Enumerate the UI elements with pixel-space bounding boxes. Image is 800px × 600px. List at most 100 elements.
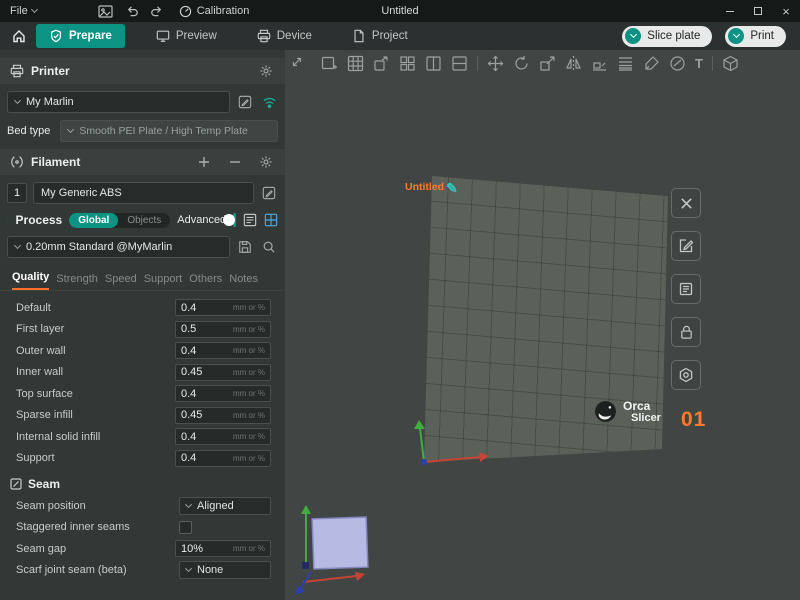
bed-type-row: Bed type Smooth PEI Plate / High Temp Pl… — [0, 120, 285, 142]
print-button[interactable]: Print — [725, 26, 786, 47]
setting-row: Internal solid infill 0.4 mm or % — [0, 426, 285, 448]
tab-preview[interactable]: Preview — [143, 24, 230, 48]
compare-preset-button[interactable] — [243, 211, 257, 229]
process-row: Process Global Objects Advanced — [0, 211, 285, 229]
tab-project[interactable]: Project — [339, 24, 421, 48]
setting-label: Internal solid infill — [16, 431, 100, 443]
lock-plate-button[interactable] — [671, 317, 701, 347]
scale-tool-button[interactable] — [539, 55, 556, 72]
printer-settings-button[interactable] — [257, 62, 275, 80]
process-tab-strength[interactable]: Strength — [56, 273, 98, 290]
setting-input[interactable]: 0.4 mm or % — [175, 428, 271, 445]
setting-value: 0.4 — [181, 388, 196, 400]
setting-unit: mm or % — [233, 454, 265, 463]
mirror-tool-button[interactable] — [565, 55, 582, 72]
calibration-menu[interactable]: Calibration — [171, 5, 258, 18]
edit-filament-preset-button[interactable] — [260, 184, 278, 202]
file-menu[interactable]: File — [0, 0, 47, 22]
remove-filament-button[interactable] — [226, 153, 244, 171]
setting-row: Inner wall 0.45 mm or % — [0, 362, 285, 384]
minimize-button[interactable] — [716, 0, 744, 22]
bed-type-select[interactable]: Smooth PEI Plate / High Temp Plate — [60, 120, 278, 142]
rotate-tool-button[interactable] — [513, 55, 530, 72]
seam-gap-input[interactable]: 10% mm or % — [175, 540, 271, 557]
process-preset-select[interactable]: 0.20mm Standard @MyMarlin — [7, 236, 230, 258]
process-tab-quality[interactable]: Quality — [12, 271, 49, 290]
scope-global-segment[interactable]: Global — [69, 213, 118, 228]
plate-name-label[interactable]: Untitled ✎ — [405, 181, 458, 193]
shield-check-icon — [49, 29, 63, 43]
plate-type-button[interactable] — [671, 360, 701, 390]
setting-input[interactable]: 0.4 mm or % — [175, 342, 271, 359]
maximize-icon — [754, 7, 762, 15]
plate-settings-button[interactable] — [671, 274, 701, 304]
process-tab-others[interactable]: Others — [189, 273, 222, 290]
setting-input[interactable]: 0.4 mm or % — [175, 385, 271, 402]
seam-position-select[interactable]: Aligned — [179, 497, 271, 515]
viewport-3d[interactable]: T Untitled ✎ — [285, 50, 800, 600]
home-button[interactable] — [6, 24, 32, 48]
process-tab-speed[interactable]: Speed — [105, 273, 137, 290]
support-paint-button[interactable] — [643, 55, 660, 72]
add-filament-button[interactable] — [195, 153, 213, 171]
slice-plate-button[interactable]: Slice plate — [622, 26, 712, 47]
arrange-button[interactable] — [399, 55, 416, 72]
wifi-icon — [262, 96, 277, 109]
setting-input[interactable]: 0.4 mm or % — [175, 450, 271, 467]
staggered-seams-checkbox[interactable] — [179, 521, 192, 534]
filament-settings-button[interactable] — [257, 153, 275, 171]
setting-value: 0.4 — [181, 452, 196, 464]
split-objects-button[interactable] — [425, 55, 442, 72]
edit-plate-name-button[interactable] — [671, 231, 701, 261]
split-parts-button[interactable] — [451, 55, 468, 72]
lay-flat-button[interactable] — [591, 55, 608, 72]
mirror-icon — [565, 55, 582, 72]
undo-button[interactable] — [119, 0, 145, 22]
plate-preview-thumbnail[interactable] — [291, 502, 386, 598]
setting-input[interactable]: 0.4 mm or % — [175, 299, 271, 316]
process-tab-support[interactable]: Support — [144, 273, 183, 290]
maximize-button[interactable] — [744, 0, 772, 22]
scarf-seam-select[interactable]: None — [179, 561, 271, 579]
printer-connection-icon[interactable] — [260, 93, 278, 111]
filament-select[interactable]: My Generic ABS — [33, 182, 254, 204]
print-dropdown-button[interactable] — [728, 28, 744, 44]
close-button[interactable]: × — [772, 0, 800, 22]
file-menu-label: File — [10, 5, 28, 17]
collapse-sidebar-button[interactable] — [290, 55, 304, 69]
logo-line-2: Slicer — [631, 412, 661, 424]
setting-unit: mm or % — [233, 544, 265, 553]
left-sidebar: Printer My Marlin Bed type — [0, 50, 285, 600]
process-scope-toggle: Global Objects — [69, 213, 170, 228]
edit-printer-preset-button[interactable] — [236, 93, 254, 111]
redo-button[interactable] — [145, 0, 171, 22]
delete-plate-button[interactable] — [671, 188, 701, 218]
printer-select[interactable]: My Marlin — [7, 91, 230, 113]
add-plate-button[interactable] — [321, 55, 338, 72]
minus-icon — [229, 156, 241, 168]
save-preset-button[interactable] — [236, 238, 254, 256]
scope-objects-segment[interactable]: Objects — [118, 213, 170, 228]
advanced-toggle[interactable] — [233, 213, 236, 227]
search-setting-button[interactable] — [260, 238, 278, 256]
seam-paint-button[interactable] — [669, 55, 686, 72]
setting-input[interactable]: 0.45 mm or % — [175, 407, 271, 424]
process-tab-notes[interactable]: Notes — [229, 273, 258, 290]
setting-input[interactable]: 0.5 mm or % — [175, 321, 271, 338]
auto-orient-button[interactable] — [373, 55, 390, 72]
move-tool-button[interactable] — [487, 55, 504, 72]
setting-label: Support — [16, 452, 55, 464]
tab-device[interactable]: Device — [244, 24, 325, 48]
assembly-view-button[interactable] — [722, 55, 739, 72]
screenshot-button[interactable] — [93, 0, 119, 22]
setting-input[interactable]: 0.45 mm or % — [175, 364, 271, 381]
slice-dropdown-button[interactable] — [625, 28, 641, 44]
plate-grid-button[interactable] — [347, 55, 364, 72]
parameter-table-button[interactable] — [264, 211, 278, 229]
text-tool-button[interactable]: T — [695, 56, 703, 71]
variable-layer-height-button[interactable] — [617, 55, 634, 72]
tab-project-label: Project — [372, 30, 408, 42]
tab-prepare[interactable]: Prepare — [36, 24, 125, 48]
seam-position-row: Seam position Aligned — [0, 495, 285, 517]
filament-index-badge[interactable]: 1 — [7, 183, 27, 203]
